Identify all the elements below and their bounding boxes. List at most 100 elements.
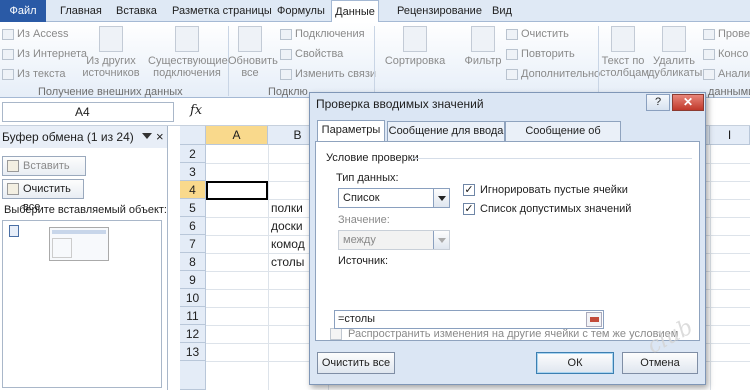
tab-insert[interactable]: Вставка <box>116 0 157 22</box>
tab-page-layout[interactable]: Разметка страницы <box>172 0 272 22</box>
sort-icon <box>403 26 427 52</box>
chevron-down-icon[interactable] <box>433 189 449 207</box>
clipboard-header: Буфер обмена (1 из 24) × <box>0 126 167 148</box>
apply-all-label: Распространить изменения на другие ячейк… <box>348 328 679 340</box>
clear-icon <box>7 183 19 195</box>
links-icon <box>280 68 292 80</box>
cell-b7[interactable]: комод <box>268 235 305 253</box>
clipboard-pane: Буфер обмена (1 из 24) × Вставить все Оч… <box>0 126 168 390</box>
row-header[interactable]: 8 <box>180 253 206 271</box>
row-header[interactable]: 2 <box>180 145 206 163</box>
tab-input-message[interactable]: Сообщение для ввода <box>387 121 505 141</box>
refresh-all-button[interactable]: Обновить все <box>228 26 278 79</box>
column-header-i[interactable]: I <box>710 126 750 145</box>
edit-links-button[interactable]: Изменить связи <box>280 68 376 80</box>
connection-icon <box>280 28 292 40</box>
filter-funnel-icon <box>471 26 495 52</box>
row-header[interactable]: 9 <box>180 271 206 289</box>
text-to-columns-button[interactable]: Текст по столбцам <box>600 26 649 79</box>
existing-connections-button[interactable]: Существующие подключения <box>148 26 228 79</box>
paste-all-button[interactable]: Вставить все <box>2 156 86 190</box>
properties-button[interactable]: Свойства <box>280 48 343 60</box>
refresh-icon <box>238 26 262 52</box>
clear-filter-button[interactable]: Очистить <box>506 28 569 40</box>
choose-item-label: Выберите вставляемый объект: <box>4 204 167 216</box>
in-cell-dropdown-checkbox[interactable]: ✓ <box>463 203 475 215</box>
collapse-dialog-icon[interactable] <box>586 312 602 327</box>
other-sources-button[interactable]: Из других источников <box>78 26 144 79</box>
remove-duplicates-button[interactable]: Удалить дубликаты <box>648 26 702 79</box>
ignore-blank-checkbox[interactable]: ✓ <box>463 184 475 196</box>
from-access-button[interactable]: Из Access <box>2 28 68 40</box>
select-all-corner[interactable] <box>180 126 206 145</box>
clear-all-button[interactable]: Очистить все <box>2 179 84 213</box>
properties-icon <box>280 48 292 60</box>
tab-review[interactable]: Рецензирование <box>397 0 482 22</box>
value-label: Значение: <box>338 214 390 226</box>
row-header[interactable]: 7 <box>180 235 206 253</box>
analysis-icon <box>703 68 715 80</box>
active-cell-a4[interactable] <box>206 181 268 200</box>
connections-group-label: Подклю <box>268 86 308 98</box>
row-header-selected[interactable]: 4 <box>180 181 206 199</box>
sort-button[interactable]: Сортировка <box>370 26 460 67</box>
tab-file[interactable]: Файл <box>0 0 46 22</box>
row-header[interactable]: 12 <box>180 325 206 343</box>
validation-icon <box>703 28 715 40</box>
row-header[interactable]: 13 <box>180 343 206 361</box>
row-header[interactable]: 6 <box>180 217 206 235</box>
clear-all-button[interactable]: Очистить все <box>317 352 395 374</box>
cell-b5[interactable]: полки <box>268 199 303 217</box>
apply-all-checkbox[interactable] <box>330 328 342 340</box>
clipboard-item-thumbnail[interactable] <box>49 227 109 261</box>
connections-button[interactable]: Подключения <box>280 28 365 40</box>
consolidate-button[interactable]: Консо <box>703 48 748 60</box>
consolidate-icon <box>703 48 715 60</box>
row-header[interactable]: 11 <box>180 307 206 325</box>
fx-icon[interactable]: fx <box>190 103 202 118</box>
from-text-button[interactable]: Из текста <box>2 68 66 80</box>
data-type-label: Тип данных: <box>336 172 399 184</box>
tab-home[interactable]: Главная <box>60 0 102 22</box>
from-web-button[interactable]: Из Интернета <box>2 48 87 60</box>
row-header[interactable]: 5 <box>180 199 206 217</box>
web-icon <box>2 48 14 60</box>
other-sources-icon <box>99 26 123 52</box>
ext-data-group-label: Получение внешних данных <box>38 86 183 98</box>
reapply-button[interactable]: Повторить <box>506 48 575 60</box>
filter-button[interactable]: Фильтр <box>462 26 504 67</box>
close-icon[interactable]: × <box>156 126 164 148</box>
row-header[interactable]: 3 <box>180 163 206 181</box>
data-type-select[interactable]: Список <box>338 188 450 208</box>
paste-icon <box>7 160 19 172</box>
tab-data[interactable]: Данные <box>331 0 379 23</box>
advanced-filter-icon <box>506 68 518 80</box>
name-box[interactable]: A4 <box>2 102 174 122</box>
text-to-columns-icon <box>611 26 635 52</box>
tab-error-alert[interactable]: Сообщение об ошибке <box>505 121 621 155</box>
clipboard-title: Буфер обмена (1 из 24) <box>2 130 134 144</box>
tab-settings[interactable]: Параметры <box>317 120 385 142</box>
tab-view[interactable]: Вид <box>492 0 512 22</box>
column-header-a[interactable]: A <box>206 126 268 145</box>
source-label: Источник: <box>338 255 389 267</box>
clipboard-item-list <box>2 220 162 388</box>
reapply-icon <box>506 48 518 60</box>
row-header[interactable]: 10 <box>180 289 206 307</box>
advanced-filter-button[interactable]: Дополнительно <box>506 68 600 80</box>
tab-formulas[interactable]: Формулы <box>277 0 325 22</box>
what-if-button[interactable]: Анализ <box>703 68 750 80</box>
remove-duplicates-icon <box>662 26 686 52</box>
close-icon[interactable]: ✕ <box>672 94 704 111</box>
data-validation-button[interactable]: Провер <box>703 28 750 40</box>
cell-b8[interactable]: столы <box>268 253 304 271</box>
ok-button[interactable]: ОК <box>536 352 614 374</box>
source-input[interactable]: =столы <box>334 310 604 329</box>
help-icon[interactable]: ? <box>646 94 670 111</box>
pane-options-icon[interactable] <box>142 133 152 139</box>
operator-select: между <box>338 230 450 250</box>
row-header-blank[interactable] <box>180 361 206 390</box>
cell-b6[interactable]: доски <box>268 217 303 235</box>
chevron-down-icon <box>433 231 449 249</box>
condition-heading: Условие проверки <box>326 152 419 164</box>
